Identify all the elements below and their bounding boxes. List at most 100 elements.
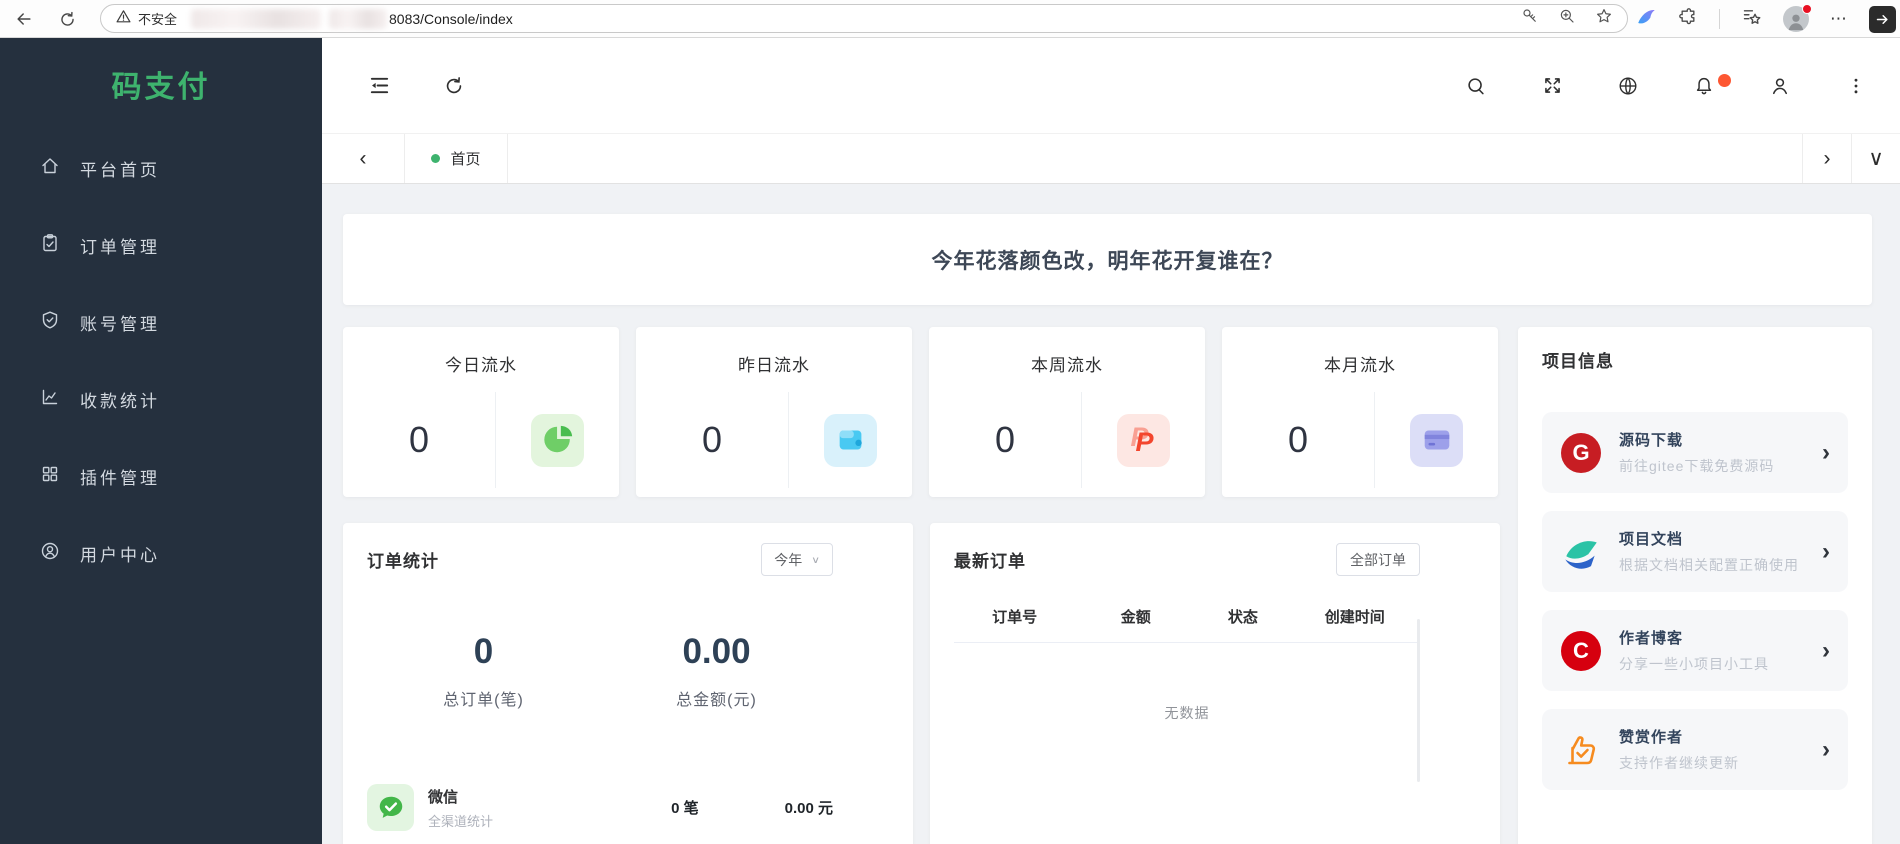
latest-orders-title: 最新订单 bbox=[954, 552, 1026, 571]
project-item-author-blog[interactable]: C 作者博客 分享一些小项目小工具 › bbox=[1542, 610, 1848, 691]
card-icon bbox=[1410, 413, 1463, 467]
extensions-puzzle-icon[interactable] bbox=[1678, 7, 1698, 32]
channel-row-wechat: 微信 全渠道统计 0 笔 0.00 元 bbox=[367, 784, 833, 831]
tabs-scroll-right-icon[interactable]: › bbox=[1802, 134, 1851, 183]
all-orders-button[interactable]: 全部订单 bbox=[1336, 543, 1420, 576]
app-logo: 码支付 bbox=[111, 71, 211, 104]
stat-title: 今日流水 bbox=[445, 356, 517, 375]
shield-icon bbox=[40, 310, 60, 335]
channel-count: 0 笔 bbox=[671, 800, 699, 817]
stat-card-today: 今日流水 0 bbox=[343, 327, 619, 497]
collapse-menu-icon[interactable] bbox=[367, 74, 391, 98]
browser-toolbar: 不安全 8083/Console/index ⋯ bbox=[0, 0, 1900, 38]
fullscreen-icon[interactable] bbox=[1540, 74, 1564, 98]
favorite-star-icon[interactable] bbox=[1595, 7, 1613, 30]
project-item-desc: 分享一些小项目小工具 bbox=[1619, 656, 1769, 672]
stat-value: 0 bbox=[701, 419, 723, 460]
csdn-logo-icon: C bbox=[1560, 630, 1602, 672]
search-icon[interactable] bbox=[1464, 74, 1488, 98]
tabs-scroll-left-icon[interactable]: ‹ bbox=[322, 134, 405, 183]
browser-back-icon[interactable] bbox=[12, 7, 36, 31]
sidebar-item-label: 订单管理 bbox=[80, 238, 160, 257]
redacted-url-segment bbox=[191, 8, 322, 29]
latest-orders-panel: 最新订单 全部订单 订单号 金额 状态 创建时间 无数据 bbox=[930, 523, 1500, 844]
date-range-select[interactable]: 今年 ∨ bbox=[761, 543, 833, 576]
extension-bird-icon[interactable] bbox=[1635, 6, 1657, 33]
project-item-source-download[interactable]: G 源码下载 前往gitee下载免费源码 › bbox=[1542, 412, 1848, 493]
stat-card-week: 本周流水 0 PP bbox=[929, 327, 1205, 497]
gitee-logo-icon: G bbox=[1560, 432, 1602, 474]
project-item-reward-author[interactable]: 赞赏作者 支持作者继续更新 › bbox=[1542, 709, 1848, 790]
column-header: 金额 bbox=[1120, 609, 1151, 626]
app-toolbar bbox=[322, 38, 1900, 133]
tab-bar: ‹ 首页 › ∨ bbox=[322, 133, 1900, 184]
browser-menu-icon[interactable]: ⋯ bbox=[1830, 9, 1848, 29]
project-item-title: 作者博客 bbox=[1619, 630, 1684, 647]
daily-quote-card: 今年花落颜色改，明年花开复谁在？ bbox=[343, 214, 1872, 305]
sidebar-item-home[interactable]: 平台首页 bbox=[0, 130, 322, 207]
stat-value: 0 bbox=[408, 419, 430, 460]
address-bar[interactable]: 不安全 8083/Console/index bbox=[100, 4, 1628, 33]
daily-quote-text: 今年花落颜色改，明年花开复谁在？ bbox=[931, 249, 1284, 273]
sidebar-item-statistics[interactable]: 收款统计 bbox=[0, 361, 322, 438]
sidebar-item-label: 插件管理 bbox=[80, 469, 160, 488]
zoom-in-icon[interactable] bbox=[1558, 7, 1576, 30]
favorites-list-icon[interactable] bbox=[1741, 6, 1762, 32]
stat-title: 本月流水 bbox=[1324, 356, 1396, 375]
wechat-icon bbox=[367, 784, 414, 831]
sidebar-item-user-center[interactable]: 用户中心 bbox=[0, 515, 322, 592]
sidebar-toggle-icon[interactable] bbox=[1869, 5, 1896, 33]
sidebar-item-label: 收款统计 bbox=[80, 392, 160, 411]
order-icon bbox=[40, 233, 60, 258]
order-stats-panel: 订单统计 今年 ∨ 0 总订单(笔) 0.00 总金额(元) 微信 全渠道统计 … bbox=[343, 523, 913, 844]
refresh-page-icon[interactable] bbox=[442, 74, 466, 98]
tab-home[interactable]: 首页 bbox=[405, 134, 508, 183]
project-item-desc: 支持作者继续更新 bbox=[1619, 755, 1739, 771]
project-item-docs[interactable]: 项目文档 根据文档相关配置正确使用 › bbox=[1542, 511, 1848, 592]
security-label: 不安全 bbox=[138, 12, 178, 27]
browser-profile-avatar[interactable] bbox=[1783, 4, 1812, 32]
orders-table-header: 订单号 金额 状态 创建时间 bbox=[954, 606, 1420, 643]
channel-desc: 全渠道统计 bbox=[428, 813, 494, 829]
table-scrollbar[interactable] bbox=[1417, 619, 1420, 782]
profile-notification-dot bbox=[1802, 4, 1812, 14]
sidebar-item-plugins[interactable]: 插件管理 bbox=[0, 438, 322, 515]
stat-value: 0 bbox=[994, 419, 1016, 460]
channel-amount: 0.00 元 bbox=[784, 800, 833, 817]
tab-label: 首页 bbox=[450, 151, 481, 168]
browser-refresh-icon[interactable] bbox=[55, 7, 79, 31]
tabs-dropdown-icon[interactable]: ∨ bbox=[1851, 134, 1900, 183]
redacted-url-segment bbox=[329, 8, 388, 29]
home-icon bbox=[40, 156, 60, 181]
sidebar-item-accounts[interactable]: 账号管理 bbox=[0, 284, 322, 361]
toolbar-separator bbox=[1719, 9, 1720, 29]
more-menu-icon[interactable] bbox=[1844, 74, 1868, 98]
password-key-icon[interactable] bbox=[1521, 7, 1539, 30]
project-item-desc: 根据文档相关配置正确使用 bbox=[1619, 557, 1799, 573]
chevron-right-icon: › bbox=[1822, 735, 1830, 763]
notification-bell-icon[interactable] bbox=[1692, 73, 1731, 98]
page-content: 今年花落颜色改，明年花开复谁在？ 今日流水 0 昨日流水 0 本周流水 0 P … bbox=[322, 184, 1900, 844]
language-globe-icon[interactable] bbox=[1616, 74, 1640, 98]
stat-title: 昨日流水 bbox=[738, 356, 810, 375]
chevron-right-icon: › bbox=[1822, 636, 1830, 664]
total-orders-value: 0 bbox=[473, 632, 494, 671]
sidebar-item-orders[interactable]: 订单管理 bbox=[0, 207, 322, 284]
paypal-icon: PP bbox=[1117, 413, 1170, 467]
total-amount-value: 0.00 bbox=[682, 632, 751, 671]
pie-icon bbox=[531, 413, 584, 467]
project-info-title: 项目信息 bbox=[1542, 352, 1614, 371]
active-tab-dot bbox=[431, 154, 441, 163]
total-amount-label: 总金额(元) bbox=[676, 692, 757, 709]
sidebar-item-label: 用户中心 bbox=[80, 546, 160, 565]
caret-down-icon: ∨ bbox=[811, 553, 820, 566]
sidebar-item-label: 平台首页 bbox=[80, 161, 160, 180]
project-info-panel: 项目信息 G 源码下载 前往gitee下载免费源码 › 项目文档 根据文档相关配… bbox=[1518, 327, 1872, 844]
plugin-icon bbox=[40, 464, 60, 489]
column-header: 订单号 bbox=[992, 609, 1038, 626]
stat-cards-row: 今日流水 0 昨日流水 0 本周流水 0 P P 本月流水 0 bbox=[343, 327, 1500, 497]
project-item-desc: 前往gitee下载免费源码 bbox=[1619, 458, 1775, 474]
column-header: 状态 bbox=[1227, 609, 1258, 626]
profile-icon[interactable] bbox=[1768, 74, 1792, 98]
user-icon bbox=[40, 541, 60, 566]
